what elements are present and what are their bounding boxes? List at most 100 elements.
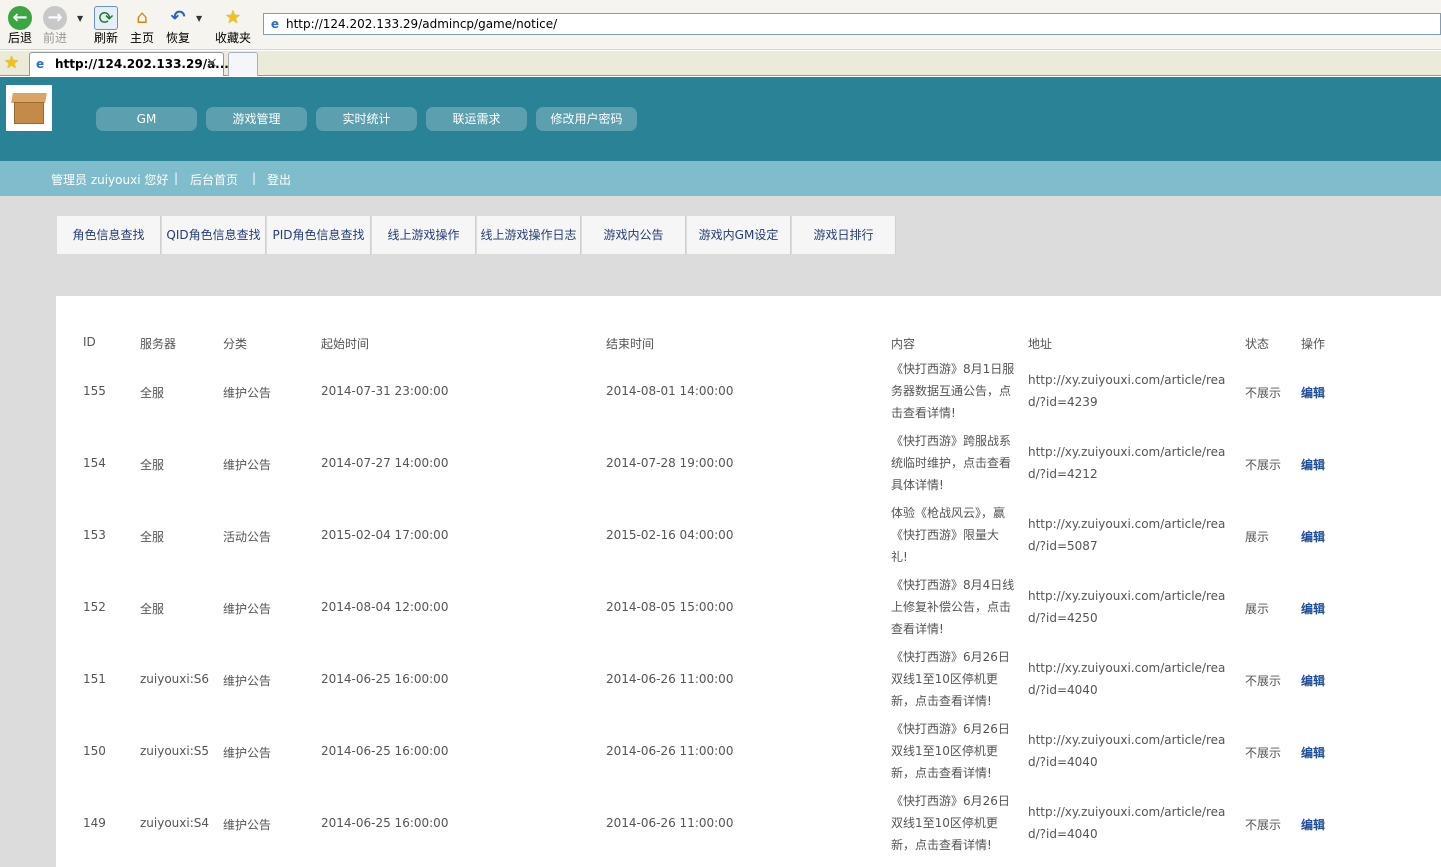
restore-button[interactable]: ↶ 恢复 xyxy=(158,4,198,48)
nav-game-manage[interactable]: 游戏管理 xyxy=(206,107,307,131)
tab-daily-ranking[interactable]: 游戏日排行 xyxy=(792,216,896,254)
row-category: 维护公告 xyxy=(223,818,272,832)
row-status: 展示 xyxy=(1245,602,1270,616)
row-server: zuiyouxi:S5 xyxy=(140,744,210,758)
new-tab-button[interactable] xyxy=(228,52,258,76)
row-status: 不展示 xyxy=(1245,386,1282,400)
row-status: 不展示 xyxy=(1245,458,1282,472)
row-end-time: 2014-06-26 11:00:00 xyxy=(606,816,734,830)
nav-joint-ops[interactable]: 联运需求 xyxy=(426,107,527,131)
favorites-button[interactable]: ★ 收藏夹 xyxy=(210,4,256,48)
forward-dropdown-icon[interactable]: ▼ xyxy=(77,14,83,23)
header-content: 内容 xyxy=(891,337,916,351)
favorites-label: 收藏夹 xyxy=(214,31,251,45)
favorites-star-icon[interactable]: ★ xyxy=(4,54,19,72)
row-end-time: 2014-06-26 11:00:00 xyxy=(606,672,734,686)
edit-link[interactable]: 编辑 xyxy=(1301,744,1325,761)
edit-link[interactable]: 编辑 xyxy=(1301,600,1325,617)
tab-title: http://124.202.133.29/a... xyxy=(55,57,229,71)
row-category: 维护公告 xyxy=(223,386,272,400)
header-category: 分类 xyxy=(223,337,248,351)
browser-tabbar: ★ e http://124.202.133.29/a... × xyxy=(0,51,1441,76)
refresh-icon: ⟳ xyxy=(94,6,118,30)
header-server: 服务器 xyxy=(140,337,177,351)
edit-link[interactable]: 编辑 xyxy=(1301,672,1325,689)
row-status: 不展示 xyxy=(1245,674,1282,688)
tab-online-ops-log[interactable]: 线上游戏操作日志 xyxy=(477,216,581,254)
edit-link[interactable]: 编辑 xyxy=(1301,816,1325,833)
row-category: 维护公告 xyxy=(223,674,272,688)
nav-change-password[interactable]: 修改用户密码 xyxy=(536,107,637,131)
greeting-text: 管理员 zuiyouxi 您好 xyxy=(51,173,169,187)
edit-link[interactable]: 编辑 xyxy=(1301,456,1325,473)
back-arrow-icon: ← xyxy=(8,6,32,30)
logout-link[interactable]: 登出 xyxy=(267,171,291,188)
back-button[interactable]: ← 后退 xyxy=(0,4,40,48)
browser-tab[interactable]: e http://124.202.133.29/a... × xyxy=(29,52,229,76)
edit-link[interactable]: 编辑 xyxy=(1301,384,1325,401)
row-end-time: 2014-08-05 15:00:00 xyxy=(606,600,734,614)
header-id: ID xyxy=(83,335,96,349)
header-end-time: 结束时间 xyxy=(606,337,655,351)
address-bar[interactable]: e http://124.202.133.29/admincp/game/not… xyxy=(263,13,1441,35)
row-start-time: 2014-07-27 14:00:00 xyxy=(321,456,449,470)
edit-link[interactable]: 编辑 xyxy=(1301,528,1325,545)
row-address: http://xy.zuiyouxi.com/article/read/?id=… xyxy=(1028,517,1226,553)
row-address: http://xy.zuiyouxi.com/article/read/?id=… xyxy=(1028,661,1226,697)
row-end-time: 2014-06-26 11:00:00 xyxy=(606,744,734,758)
row-id: 154 xyxy=(83,456,106,470)
row-address: http://xy.zuiyouxi.com/article/read/?id=… xyxy=(1028,373,1226,409)
tab-online-ops[interactable]: 线上游戏操作 xyxy=(372,216,476,254)
row-content: 《快打西游》6月26日双线1至10区停机更新，点击查看详情! xyxy=(891,650,1010,708)
row-category: 活动公告 xyxy=(223,530,272,544)
row-end-time: 2014-08-01 14:00:00 xyxy=(606,384,734,398)
row-category: 维护公告 xyxy=(223,602,272,616)
row-content: 《快打西游》跨服战系统临时维护，点击查看具体详情! xyxy=(891,434,1012,492)
row-content: 《快打西游》8月1日服务器数据互通公告，点击查看详情! xyxy=(891,362,1015,420)
row-id: 152 xyxy=(83,600,106,614)
row-id: 153 xyxy=(83,528,106,542)
admin-home-link[interactable]: 后台首页 xyxy=(190,171,238,188)
back-label: 后退 xyxy=(7,31,32,45)
notice-table: ID 服务器 分类 起始时间 结束时间 内容 地址 状态 操作 155 全服 维护公… xyxy=(56,296,1441,867)
refresh-button[interactable]: ⟳ 刷新 xyxy=(86,4,126,48)
nav-realtime-stats[interactable]: 实时统计 xyxy=(316,107,417,131)
nav-gm[interactable]: GM xyxy=(96,107,197,131)
row-content: 《快打西游》8月4日线上修复补偿公告，点击查看详情! xyxy=(891,578,1015,636)
tab-page-icon: e xyxy=(36,57,45,71)
site-header: GM 游戏管理 实时统计 联运需求 修改用户密码 xyxy=(0,77,1441,161)
row-address: http://xy.zuiyouxi.com/article/read/?id=… xyxy=(1028,589,1226,625)
restore-dropdown-icon[interactable]: ▼ xyxy=(196,14,202,23)
row-content: 《快打西游》6月26日双线1至10区停机更新，点击查看详情! xyxy=(891,722,1010,780)
forward-label: 前进 xyxy=(42,31,67,45)
separator: | xyxy=(174,171,179,185)
separator: | xyxy=(252,171,257,185)
header-start-time: 起始时间 xyxy=(321,337,370,351)
refresh-label: 刷新 xyxy=(93,31,118,45)
row-status: 展示 xyxy=(1245,530,1270,544)
user-bar: 管理员 zuiyouxi 您好 | 后台首页 | 登出 xyxy=(0,161,1441,196)
star-icon: ★ xyxy=(224,7,242,28)
tab-qid-role-search[interactable]: QID角色信息查找 xyxy=(162,216,266,254)
row-start-time: 2014-08-04 12:00:00 xyxy=(321,600,449,614)
header-address: 地址 xyxy=(1028,337,1053,351)
row-id: 155 xyxy=(83,384,106,398)
tab-in-game-gm[interactable]: 游戏内GM设定 xyxy=(687,216,791,254)
home-button[interactable]: ⌂ 主页 xyxy=(122,4,162,48)
box-icon xyxy=(14,102,44,124)
tab-role-search[interactable]: 角色信息查找 xyxy=(57,216,161,254)
row-server: zuiyouxi:S4 xyxy=(140,816,210,830)
row-server: zuiyouxi:S6 xyxy=(140,672,210,686)
tab-pid-role-search[interactable]: PID角色信息查找 xyxy=(267,216,371,254)
header-action: 操作 xyxy=(1301,337,1326,351)
close-icon[interactable]: × xyxy=(206,55,218,71)
row-start-time: 2014-06-25 16:00:00 xyxy=(321,672,449,686)
row-address: http://xy.zuiyouxi.com/article/read/?id=… xyxy=(1028,805,1226,841)
forward-button[interactable]: → 前进 xyxy=(35,4,75,48)
home-icon: ⌂ xyxy=(136,7,148,28)
tab-in-game-notice[interactable]: 游戏内公告 xyxy=(582,216,686,254)
browser-toolbar: ← 后退 → 前进 ▼ ⟳ 刷新 ⌂ 主页 ↶ 恢复 ▼ ★ 收藏夹 e htt… xyxy=(0,0,1441,50)
page-icon: e xyxy=(270,17,280,31)
row-address: http://xy.zuiyouxi.com/article/read/?id=… xyxy=(1028,733,1226,769)
row-category: 维护公告 xyxy=(223,458,272,472)
